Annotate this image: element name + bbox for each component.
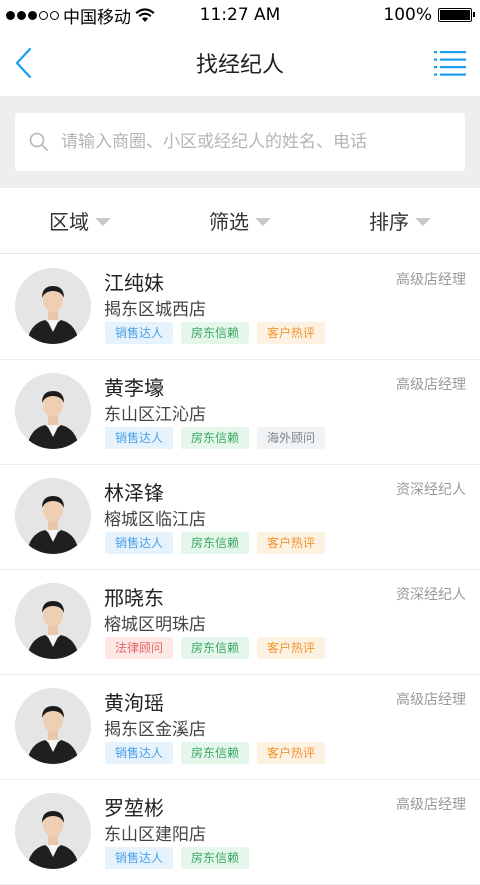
avatar <box>15 688 91 764</box>
battery-icon <box>438 8 475 22</box>
filter-screen-label: 筛选 <box>209 210 249 234</box>
avatar-icon <box>15 583 91 659</box>
tag-badge: 销售达人 <box>105 427 174 449</box>
agent-name: 罗堃彬 <box>104 796 164 820</box>
caret-down-icon <box>255 217 271 226</box>
tag-badge: 客户热评 <box>257 532 326 554</box>
agent-name: 林泽锋 <box>104 481 164 505</box>
agent-list: 江纯妹 揭东区城西店 高级店经理 销售达人 房东信赖 客户热评 黄李壕 东山区江沁店… <box>0 255 480 885</box>
agent-row[interactable]: 邢晓东 榕城区明珠店 资深经纪人 法律顾问 房东信赖 客户热评 <box>0 570 480 675</box>
tag-badge: 房东信赖 <box>181 322 250 344</box>
filter-bar: 区域 筛选 排序 <box>0 188 480 254</box>
battery-percent: 100% <box>383 5 432 25</box>
agent-tags: 销售达人 房东信赖 客户热评 <box>105 742 326 764</box>
avatar <box>15 793 91 869</box>
page-title: 找经纪人 <box>195 53 284 78</box>
avatar <box>15 583 91 659</box>
avatar-icon <box>15 478 91 554</box>
carrier-name: 中国移动 <box>63 7 131 28</box>
agent-name: 邢晓东 <box>104 586 164 610</box>
tag-badge: 客户热评 <box>257 322 326 344</box>
tag-badge: 销售达人 <box>105 847 174 869</box>
agent-tags: 销售达人 房东信赖 <box>105 847 250 869</box>
tag-badge: 房东信赖 <box>181 427 250 449</box>
tag-badge: 客户热评 <box>257 742 326 764</box>
agent-name: 江纯妹 <box>104 271 164 295</box>
agent-row[interactable]: 黄李壕 东山区江沁店 高级店经理 销售达人 房东信赖 海外顾问 <box>0 360 480 465</box>
agent-title: 高级店经理 <box>396 692 466 708</box>
tag-badge: 房东信赖 <box>181 637 250 659</box>
agent-tags: 法律顾问 房东信赖 客户热评 <box>105 637 326 659</box>
filter-sort-label: 排序 <box>369 210 409 234</box>
avatar-icon <box>15 268 91 344</box>
tag-badge: 法律顾问 <box>105 637 174 659</box>
agent-name: 黄李壕 <box>104 376 164 400</box>
avatar <box>15 268 91 344</box>
tag-badge: 房东信赖 <box>181 847 250 869</box>
agent-row[interactable]: 江纯妹 揭东区城西店 高级店经理 销售达人 房东信赖 客户热评 <box>0 255 480 360</box>
filter-screen[interactable]: 筛选 <box>160 188 320 253</box>
agent-store: 榕城区临江店 <box>104 510 206 530</box>
avatar-icon <box>15 793 91 869</box>
list-menu-icon[interactable] <box>434 49 466 77</box>
search-icon <box>29 132 48 151</box>
agent-title: 高级店经理 <box>396 272 466 288</box>
signal-carrier: 中国移动 <box>6 3 155 28</box>
agent-store: 揭东区城西店 <box>104 300 206 320</box>
agent-tags: 销售达人 房东信赖 海外顾问 <box>105 427 326 449</box>
agent-title: 高级店经理 <box>396 377 466 393</box>
agent-name: 黄洵瑶 <box>104 691 164 715</box>
chevron-left-icon[interactable] <box>12 46 36 80</box>
tag-badge: 客户热评 <box>257 637 326 659</box>
tag-badge: 房东信赖 <box>181 742 250 764</box>
filter-sort[interactable]: 排序 <box>320 188 480 253</box>
avatar-icon <box>15 373 91 449</box>
search-area <box>0 96 480 188</box>
agent-tags: 销售达人 房东信赖 客户热评 <box>105 322 326 344</box>
tag-badge: 海外顾问 <box>257 427 326 449</box>
caret-down-icon <box>415 217 431 226</box>
avatar-icon <box>15 688 91 764</box>
nav-bar: 找经纪人 <box>0 30 480 96</box>
agent-title: 资深经纪人 <box>396 587 466 603</box>
agent-store: 东山区江沁店 <box>104 405 206 425</box>
filter-area-label: 区域 <box>49 210 89 234</box>
agent-store: 揭东区金溪店 <box>104 720 206 740</box>
caret-down-icon <box>95 217 111 226</box>
wifi-icon <box>135 7 155 22</box>
agent-tags: 销售达人 房东信赖 客户热评 <box>105 532 326 554</box>
agent-row[interactable]: 罗堃彬 东山区建阳店 高级店经理 销售达人 房东信赖 <box>0 780 480 885</box>
tag-badge: 销售达人 <box>105 322 174 344</box>
agent-store: 东山区建阳店 <box>104 825 206 845</box>
signal-strength-icon <box>6 10 59 20</box>
filter-area[interactable]: 区域 <box>0 188 160 253</box>
agent-title: 高级店经理 <box>396 797 466 813</box>
agent-title: 资深经纪人 <box>396 482 466 498</box>
avatar <box>15 478 91 554</box>
avatar <box>15 373 91 449</box>
tag-badge: 销售达人 <box>105 742 174 764</box>
search-input[interactable] <box>61 132 451 152</box>
tag-badge: 销售达人 <box>105 532 174 554</box>
search-box[interactable] <box>15 113 465 171</box>
agent-row[interactable]: 黄洵瑶 揭东区金溪店 高级店经理 销售达人 房东信赖 客户热评 <box>0 675 480 780</box>
status-bar: 中国移动 11:27 AM 100% <box>0 0 480 30</box>
agent-row[interactable]: 林泽锋 榕城区临江店 资深经纪人 销售达人 房东信赖 客户热评 <box>0 465 480 570</box>
agent-store: 榕城区明珠店 <box>104 615 206 635</box>
tag-badge: 房东信赖 <box>181 532 250 554</box>
